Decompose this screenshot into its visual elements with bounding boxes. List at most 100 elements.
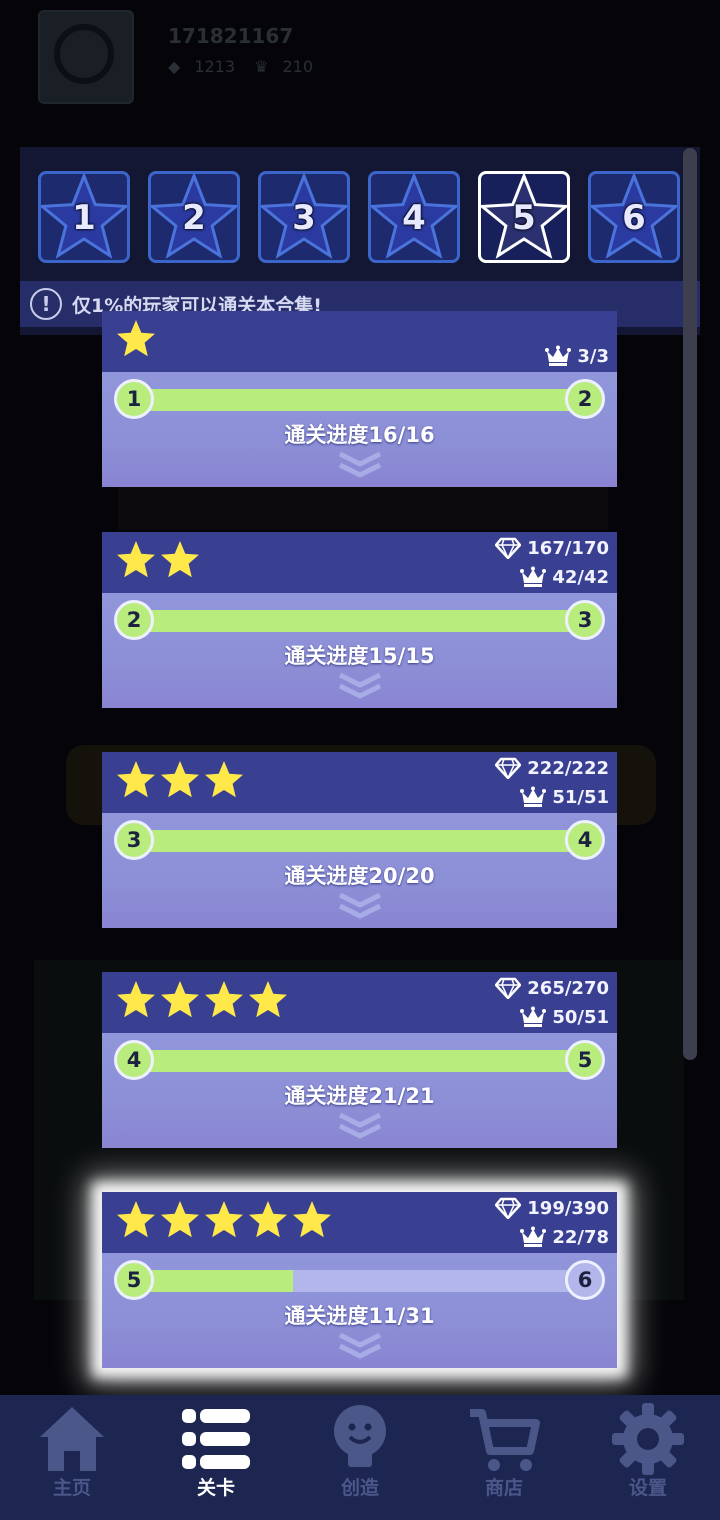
crown-count-text: 22/78 — [552, 1226, 609, 1248]
crown-icon — [520, 1006, 547, 1027]
difficulty-stars — [116, 1200, 332, 1240]
gem-icon — [495, 757, 522, 779]
card-header: 3/3 — [102, 311, 617, 372]
tier-number: 4 — [402, 198, 426, 238]
gem-count: 265/270 — [495, 977, 609, 999]
crown-count: 22/78 — [520, 1226, 609, 1248]
star-icon — [249, 981, 287, 1018]
gem-count: 167/170 — [495, 537, 609, 559]
gem-count: 222/222 — [495, 757, 609, 779]
star-icon — [249, 1201, 287, 1238]
progress-track — [128, 830, 592, 852]
progress-end-node: 2 — [565, 379, 605, 419]
star-icon — [205, 1201, 243, 1238]
tier-number: 2 — [182, 198, 206, 238]
scrollbar[interactable] — [683, 148, 697, 1060]
gem-icon — [495, 977, 522, 999]
crown-count-text: 50/51 — [552, 1006, 609, 1028]
crown-icon: ♛ — [254, 57, 269, 76]
card-header: 222/222 51/51 — [102, 752, 617, 813]
nav-levels-label: 关卡 — [196, 1477, 235, 1499]
chevron-down-icon[interactable] — [336, 1331, 384, 1361]
star-icon — [161, 761, 199, 798]
nav-home-label: 主页 — [52, 1477, 91, 1499]
chevron-down-icon[interactable] — [336, 671, 384, 701]
card-body: 2 3 通关进度15/15 — [102, 593, 617, 708]
star-icon — [293, 1201, 331, 1238]
difficulty-stars — [116, 760, 244, 800]
difficulty-stars — [116, 540, 200, 580]
crown-icon — [520, 566, 547, 587]
card-header: 167/170 42/42 — [102, 532, 617, 593]
progress-track — [128, 610, 592, 632]
tier-button-5[interactable]: 5 — [478, 171, 570, 263]
level-card[interactable]: 199/390 22/78 5 6 通关进度11/31 — [102, 1192, 617, 1368]
chevron-down-icon[interactable] — [336, 891, 384, 921]
user-crowns: 210 — [282, 57, 314, 76]
nav-create[interactable]: 创造 — [300, 1395, 420, 1520]
progress-text: 通关进度16/16 — [284, 423, 435, 447]
nav-shop[interactable]: 商店 — [444, 1395, 564, 1520]
gem-icon — [495, 1197, 522, 1219]
progress-track — [128, 1270, 592, 1292]
chevron-down-icon[interactable] — [336, 450, 384, 480]
tier-number: 3 — [292, 198, 316, 238]
progress-text: 通关进度21/21 — [284, 1084, 435, 1108]
progress-fill — [128, 1050, 592, 1072]
difficulty-stars — [116, 319, 156, 359]
star-icon — [117, 1201, 155, 1238]
crown-count-text: 42/42 — [552, 566, 609, 588]
tier-button-2[interactable]: 2 — [148, 171, 240, 263]
progress-end-node: 3 — [565, 600, 605, 640]
card-body: 4 5 通关进度21/21 — [102, 1033, 617, 1148]
progress-fill — [128, 830, 592, 852]
nav-shop-label: 商店 — [484, 1477, 523, 1499]
crown-icon — [520, 1226, 547, 1247]
nav-settings[interactable]: 设置 — [588, 1395, 708, 1520]
nav-create-label: 创造 — [340, 1477, 379, 1499]
user-gems: 1213 — [194, 57, 236, 76]
crown-count-text: 3/3 — [577, 345, 609, 367]
tier-button-3[interactable]: 3 — [258, 171, 350, 263]
level-card[interactable]: 167/170 42/42 2 3 通关进度15/15 — [102, 532, 617, 708]
level-card[interactable]: 3/3 1 2 通关进度16/16 — [102, 311, 617, 487]
star-icon — [161, 541, 199, 578]
tier-number: 5 — [512, 198, 536, 238]
gear-icon — [612, 1403, 684, 1475]
tier-button-4[interactable]: 4 — [368, 171, 460, 263]
lightbulb-icon — [334, 1405, 386, 1467]
progress-end-node: 5 — [565, 1040, 605, 1080]
progress-fill — [128, 389, 592, 411]
progress-text: 通关进度15/15 — [284, 644, 435, 668]
avatar — [38, 10, 134, 104]
tier-button-1[interactable]: 1 — [38, 171, 130, 263]
user-stats: ◆ 1213 ♛ 210 — [168, 57, 327, 76]
list-icon — [182, 1409, 250, 1469]
gem-count-text: 167/170 — [527, 537, 609, 559]
crown-count: 42/42 — [520, 566, 609, 588]
tier-selector-panel: 123456 ! 仅1%的玩家可以通关本合集! — [20, 147, 700, 335]
nav-settings-label: 设置 — [628, 1477, 667, 1499]
tier-row: 1 2 3 4 5 6 — [38, 171, 680, 263]
star-icon — [205, 761, 243, 798]
progress-start-node: 3 — [114, 820, 154, 860]
progress-track — [128, 1050, 592, 1072]
card-body: 1 2 通关进度16/16 — [102, 372, 617, 487]
card-header: 199/390 22/78 — [102, 1192, 617, 1253]
chevron-down-icon[interactable] — [336, 1111, 384, 1141]
gem-count-text: 265/270 — [527, 977, 609, 999]
progress-end-node: 6 — [565, 1260, 605, 1300]
nav-home[interactable]: 主页 — [12, 1395, 132, 1520]
level-card[interactable]: 265/270 50/51 4 5 通关进度21/21 — [102, 972, 617, 1148]
crown-count: 51/51 — [520, 786, 609, 808]
star-icon — [161, 1201, 199, 1238]
level-card[interactable]: 222/222 51/51 3 4 通关进度20/20 — [102, 752, 617, 928]
crown-icon — [545, 345, 572, 366]
progress-start-node: 5 — [114, 1260, 154, 1300]
gem-icon: ◆ — [168, 57, 181, 76]
nav-levels[interactable]: 关卡 — [156, 1395, 276, 1520]
difficulty-stars — [116, 980, 288, 1020]
star-icon — [117, 541, 155, 578]
progress-fill — [128, 610, 592, 632]
tier-button-6[interactable]: 6 — [588, 171, 680, 263]
